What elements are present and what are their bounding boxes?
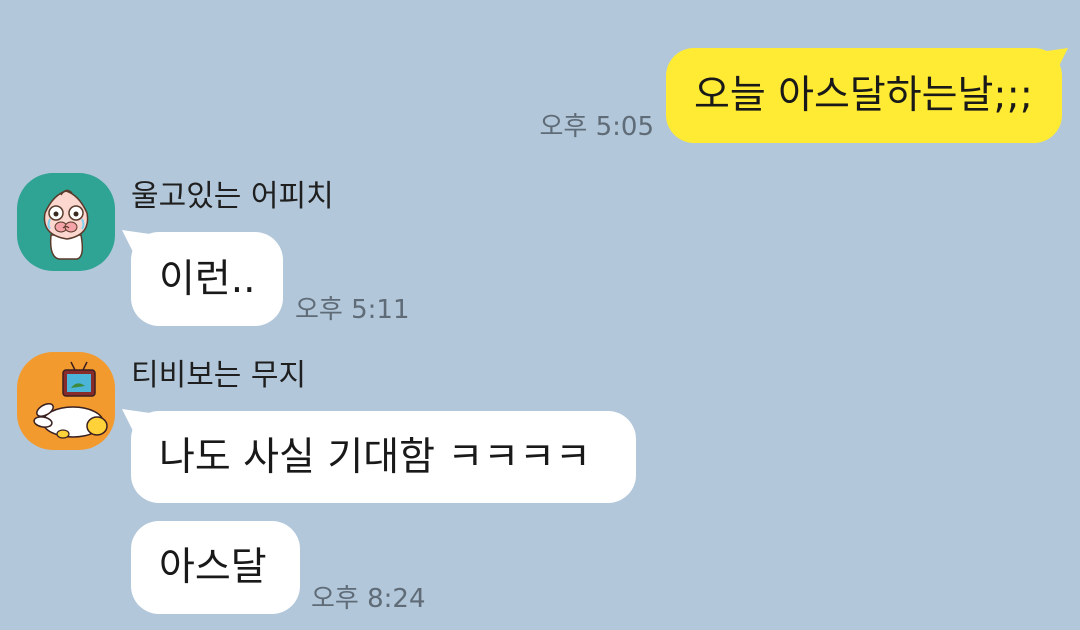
crying-apeach-icon bbox=[43, 189, 89, 260]
message-bubble-received[interactable]: 이런.. bbox=[131, 232, 283, 326]
avatar-muzi[interactable] bbox=[17, 352, 115, 450]
message-bubble-received[interactable]: 아스달 bbox=[131, 521, 300, 614]
message-time: 오후 5:11 bbox=[295, 295, 410, 325]
message-time: 오후 8:24 bbox=[311, 584, 426, 614]
tv-watching-muzi-icon bbox=[33, 361, 108, 439]
sender-name: 티비보는 무지 bbox=[131, 358, 307, 393]
avatar-apeach[interactable] bbox=[17, 173, 115, 271]
sender-name: 울고있는 어피치 bbox=[131, 179, 334, 214]
message-bubble-received[interactable]: 나도 사실 기대함 ㅋㅋㅋㅋ bbox=[131, 411, 636, 503]
message-bubble-sent[interactable]: 오늘 아스달하는날;;; bbox=[666, 48, 1062, 143]
message-time: 오후 5:05 bbox=[539, 112, 655, 142]
